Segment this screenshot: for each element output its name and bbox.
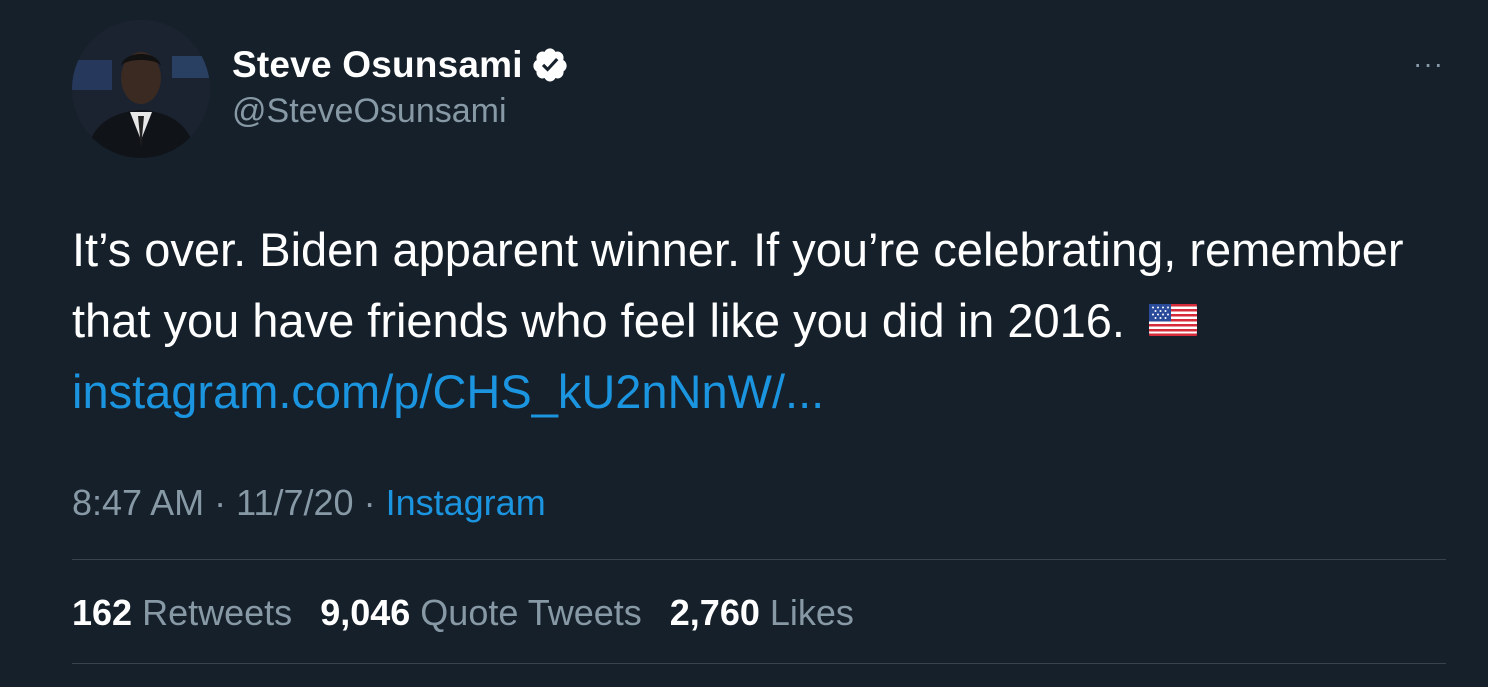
likes-count: 2,760 xyxy=(669,592,760,633)
likes-label: Likes xyxy=(769,592,854,633)
likes-stat[interactable]: 2,760 Likes xyxy=(670,592,854,633)
tweet-card: Steve Osunsami @SteveOsunsami ··· It’s o… xyxy=(0,0,1488,687)
tweet-time[interactable]: 8:47 AM xyxy=(72,482,204,523)
tweet-source-link[interactable]: Instagram xyxy=(386,482,546,523)
tweet-date[interactable]: 11/7/20 xyxy=(236,482,353,523)
tweet-link[interactable]: instagram.com/p/CHS_kU2nNnW/... xyxy=(72,365,824,418)
meta-separator-1: · xyxy=(214,482,227,523)
retweets-stat[interactable]: 162 Retweets xyxy=(72,592,292,633)
divider xyxy=(72,559,1446,560)
quote-tweets-count: 9,046 xyxy=(320,592,411,633)
author-handle[interactable]: @SteveOsunsami xyxy=(232,92,507,131)
meta-separator-2: · xyxy=(363,482,376,523)
tweet-meta: 8:47 AM · 11/7/20 · Instagram xyxy=(72,482,546,524)
tweet-stats: 162 Retweets 9,046 Quote Tweets 2,760 Li… xyxy=(72,592,872,634)
display-name[interactable]: Steve Osunsami xyxy=(232,44,523,86)
avatar[interactable] xyxy=(72,20,210,158)
tweet-text-line-2-text: that you have friends who feel like you … xyxy=(72,294,1125,347)
tweet-text-line-2: that you have friends who feel like you … xyxy=(72,285,1462,356)
tweet-text-line-1: It’s over. Biden apparent winner. If you… xyxy=(72,223,1404,276)
verified-badge-icon xyxy=(531,46,569,84)
us-flag-icon xyxy=(1148,284,1197,355)
divider xyxy=(72,663,1446,664)
quote-tweets-stat[interactable]: 9,046 Quote Tweets xyxy=(320,592,642,633)
author-name-row[interactable]: Steve Osunsami xyxy=(232,44,569,86)
tweet-text: It’s over. Biden apparent winner. If you… xyxy=(72,214,1462,427)
quote-tweets-label: Quote Tweets xyxy=(420,592,642,633)
retweets-count: 162 xyxy=(72,592,133,633)
retweets-label: Retweets xyxy=(142,592,293,633)
profile-photo-icon xyxy=(72,20,210,158)
more-options-icon[interactable]: ··· xyxy=(1413,50,1444,78)
